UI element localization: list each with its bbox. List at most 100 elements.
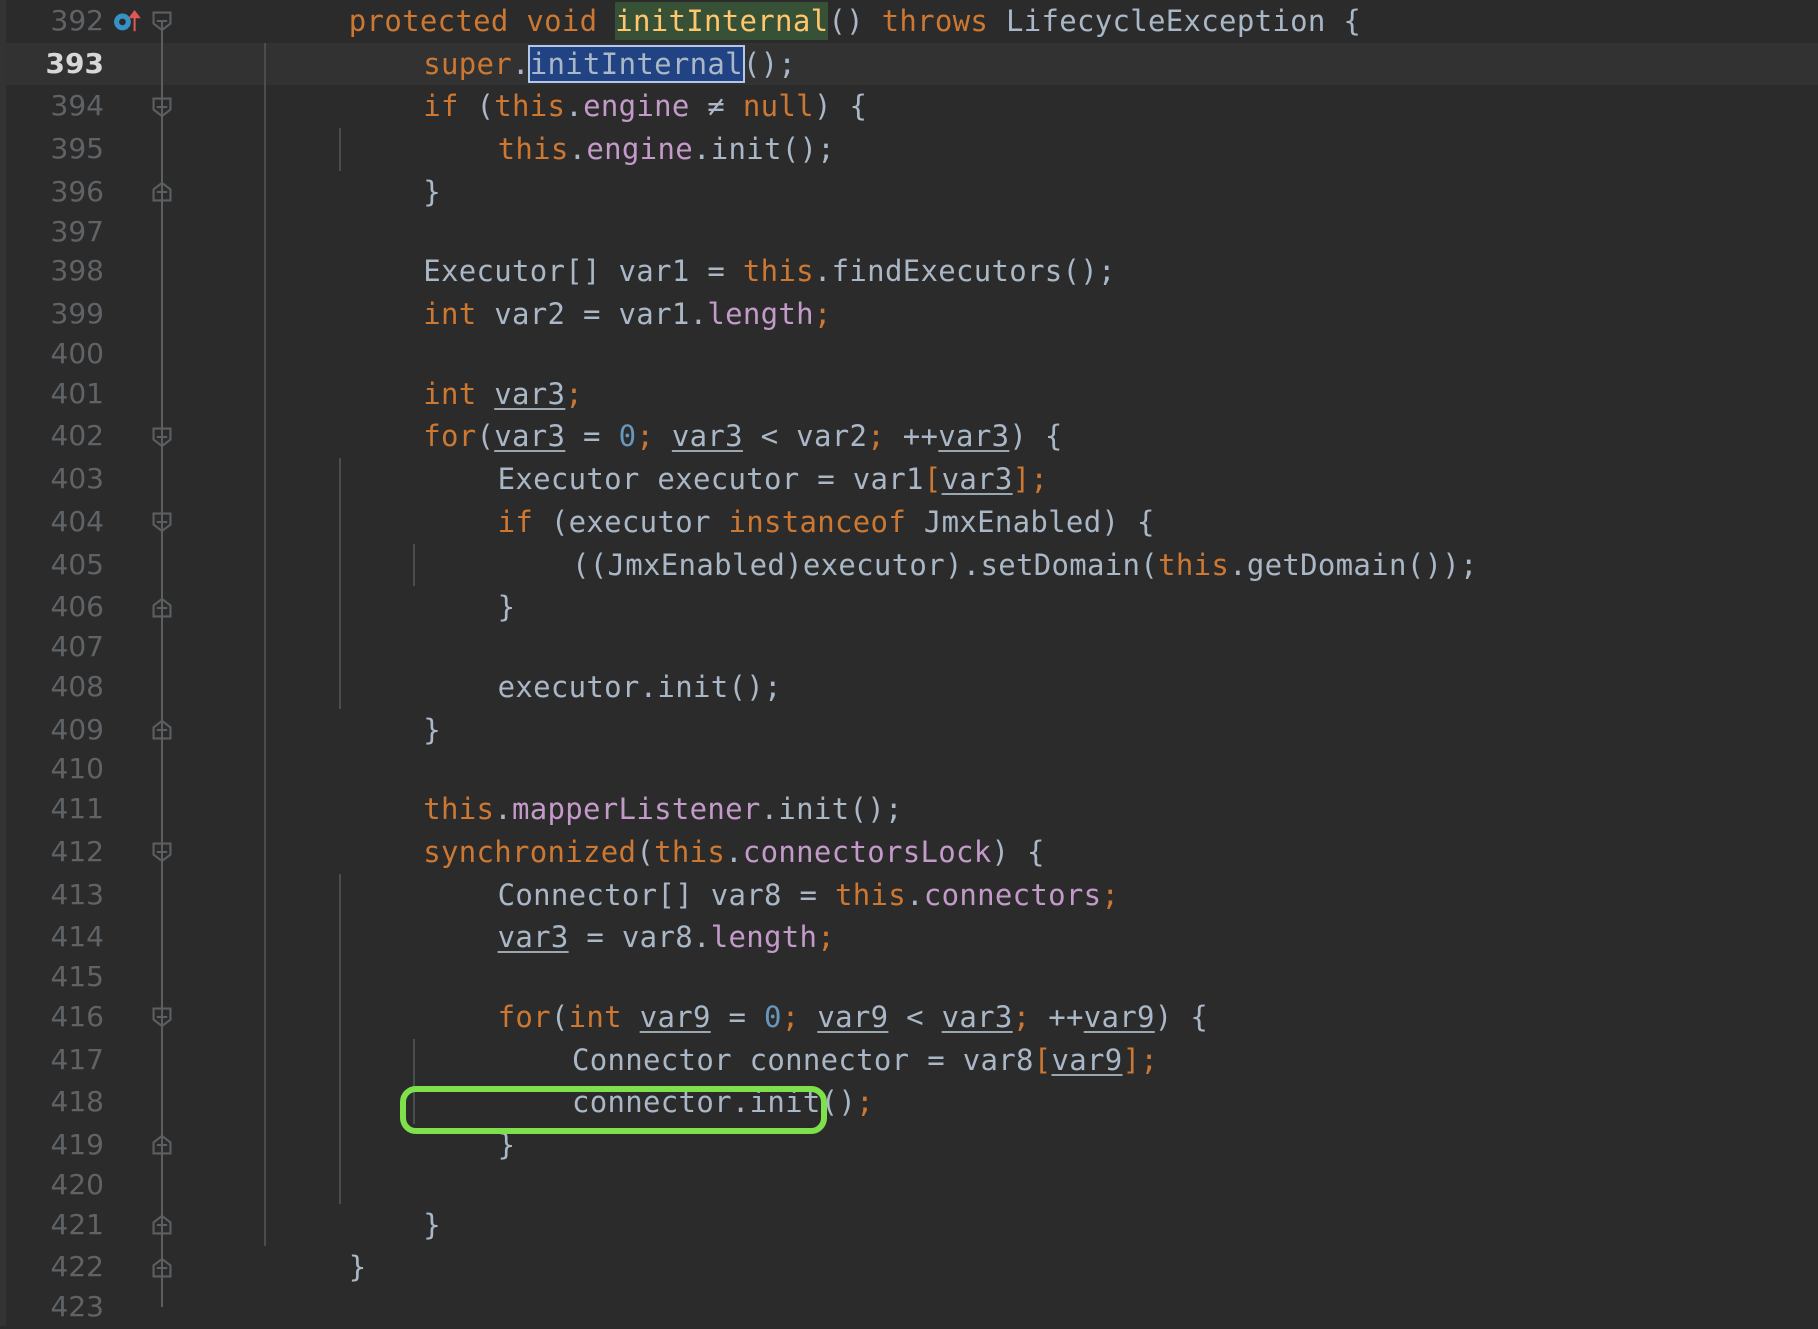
code-line[interactable] <box>176 628 1818 666</box>
fold-toggle-icon[interactable] <box>149 1255 175 1281</box>
editor-gutter[interactable]: 415 <box>0 958 176 996</box>
fold-column[interactable] <box>148 0 176 43</box>
editor-gutter[interactable]: 395 <box>0 128 176 171</box>
code-line[interactable]: this.mapperListener.init(); <box>176 788 1818 831</box>
code-line-row[interactable]: 397 <box>0 213 1818 251</box>
code-line-row[interactable]: 423 <box>0 1289 1818 1326</box>
fold-column[interactable] <box>148 830 176 874</box>
editor-gutter[interactable]: 400 <box>0 335 176 373</box>
code-line-row[interactable]: 420 <box>0 1166 1818 1204</box>
code-line[interactable]: Executor executor = var1[var3]; <box>176 458 1818 501</box>
code-line-row[interactable]: 399 int var2 = var1.length; <box>0 293 1818 336</box>
editor-gutter[interactable]: 417 <box>0 1038 176 1082</box>
code-line[interactable] <box>176 213 1818 251</box>
editor-gutter[interactable]: 399 <box>0 293 176 336</box>
code-line[interactable]: Executor[] var1 = this.findExecutors(); <box>176 250 1818 294</box>
editor-gutter[interactable]: 398 <box>0 250 176 294</box>
code-line[interactable]: protected void initInternal() throws Lif… <box>176 0 1818 43</box>
editor-gutter[interactable]: 403 <box>0 458 176 501</box>
code-line-row[interactable]: 408 executor.init(); <box>0 665 1818 709</box>
fold-toggle-icon[interactable] <box>149 8 175 34</box>
fold-column[interactable] <box>148 995 176 1039</box>
fold-toggle-icon[interactable] <box>149 509 175 535</box>
fold-column[interactable] <box>148 665 176 709</box>
fold-column[interactable] <box>148 415 176 459</box>
fold-column[interactable] <box>148 1081 176 1124</box>
fold-column[interactable] <box>148 458 176 501</box>
fold-column[interactable] <box>148 543 176 587</box>
code-line-row[interactable]: 405 ((JmxEnabled)executor).setDomain(this… <box>0 543 1818 587</box>
editor-gutter[interactable]: 418 <box>0 1081 176 1124</box>
editor-gutter[interactable]: 419 <box>0 1123 176 1167</box>
editor-gutter[interactable]: 409 <box>0 708 176 752</box>
code-line-row[interactable]: 414 var3 = var8.length; <box>0 916 1818 959</box>
editor-gutter[interactable]: 414 <box>0 916 176 959</box>
code-line-row[interactable]: 407 <box>0 628 1818 666</box>
fold-column[interactable] <box>148 1289 176 1326</box>
editor-gutter[interactable]: 416 <box>0 995 176 1039</box>
fold-column[interactable] <box>148 916 176 959</box>
editor-gutter[interactable]: 407 <box>0 628 176 666</box>
code-line-row[interactable]: 413 Connector[] var8 = this.connectors; <box>0 873 1818 917</box>
code-line-row[interactable]: 400 <box>0 335 1818 373</box>
editor-gutter[interactable]: 411 <box>0 788 176 831</box>
code-line[interactable]: Connector connector = var8[var9]; <box>176 1038 1818 1082</box>
fold-column[interactable] <box>148 751 176 789</box>
fold-column[interactable] <box>148 1123 176 1167</box>
code-line-row[interactable]: 392 protected void initInternal() throws … <box>0 0 1818 43</box>
code-line[interactable] <box>176 1166 1818 1204</box>
code-line[interactable]: int var2 = var1.length; <box>176 293 1818 336</box>
editor-gutter[interactable]: 396 <box>0 170 176 214</box>
code-line[interactable]: Connector[] var8 = this.connectors; <box>176 873 1818 917</box>
code-line[interactable]: this.engine.init(); <box>176 128 1818 171</box>
editor-gutter[interactable]: 410 <box>0 751 176 789</box>
editor-gutter[interactable]: 401 <box>0 372 176 416</box>
code-editor[interactable]: 392 protected void initInternal() throws … <box>0 0 1818 1326</box>
code-line-row[interactable]: 416 for(int var9 = 0; var9 < var3; ++var9… <box>0 995 1818 1039</box>
fold-toggle-icon[interactable] <box>149 1004 175 1030</box>
code-line[interactable] <box>176 335 1818 373</box>
editor-gutter[interactable]: 413 <box>0 873 176 917</box>
editor-gutter[interactable]: 392 <box>0 0 176 43</box>
editor-gutter[interactable]: 423 <box>0 1289 176 1326</box>
editor-gutter[interactable]: 397 <box>0 213 176 251</box>
editor-gutter[interactable]: 402 <box>0 415 176 459</box>
editor-gutter[interactable]: 420 <box>0 1166 176 1204</box>
code-line[interactable]: executor.init(); <box>176 665 1818 709</box>
fold-toggle-icon[interactable] <box>149 179 175 205</box>
code-line-row[interactable]: 403 Executor executor = var1[var3]; <box>0 458 1818 501</box>
code-line-row[interactable]: 404 if (executor instanceof JmxEnabled) { <box>0 500 1818 544</box>
fold-column[interactable] <box>148 586 176 629</box>
code-line-row[interactable]: 411 this.mapperListener.init(); <box>0 788 1818 831</box>
code-line[interactable]: } <box>176 1123 1818 1167</box>
fold-column[interactable] <box>148 628 176 666</box>
editor-gutter[interactable]: 394 <box>0 85 176 129</box>
fold-column[interactable] <box>148 873 176 917</box>
code-line-row[interactable]: 418 connector.init(); <box>0 1081 1818 1124</box>
fold-toggle-icon[interactable] <box>149 1212 175 1238</box>
fold-column[interactable] <box>148 250 176 294</box>
code-line[interactable]: if (this.engine ≠ null) { <box>176 85 1818 129</box>
fold-toggle-icon[interactable] <box>149 717 175 743</box>
code-line-row[interactable]: 406} <box>0 586 1818 629</box>
fold-toggle-icon[interactable] <box>149 595 175 621</box>
editor-gutter[interactable]: 422 <box>0 1246 176 1289</box>
code-line-row[interactable]: 398 Executor[] var1 = this.findExecutors(… <box>0 250 1818 294</box>
editor-gutter[interactable]: 408 <box>0 665 176 709</box>
code-line[interactable]: var3 = var8.length; <box>176 916 1818 959</box>
code-line-row[interactable]: 394 if (this.engine ≠ null) { <box>0 85 1818 129</box>
code-line-row[interactable]: 415 <box>0 958 1818 996</box>
code-line[interactable]: int var3; <box>176 372 1818 416</box>
code-line[interactable] <box>176 751 1818 789</box>
code-line-row[interactable]: 410 <box>0 751 1818 789</box>
code-line[interactable]: super.initInternal(); <box>176 42 1818 86</box>
fold-column[interactable] <box>148 293 176 336</box>
code-line[interactable]: if (executor instanceof JmxEnabled) { <box>176 500 1818 544</box>
fold-column[interactable] <box>148 1203 176 1247</box>
code-line-row[interactable]: 419} <box>0 1123 1818 1167</box>
code-line[interactable]: connector.init(); <box>176 1081 1818 1124</box>
fold-column[interactable] <box>148 788 176 831</box>
fold-column[interactable] <box>148 170 176 214</box>
code-line[interactable] <box>176 958 1818 996</box>
editor-gutter[interactable]: 393 <box>0 42 176 86</box>
